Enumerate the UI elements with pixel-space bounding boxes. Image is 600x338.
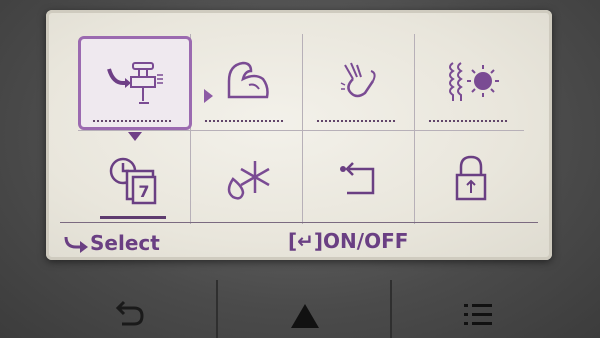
menu-list-icon (464, 304, 492, 325)
calendar-underline (100, 216, 166, 219)
menu-grid: 7 (78, 34, 524, 224)
return-menu-item[interactable] (304, 132, 414, 226)
calendar-day-text: 7 (138, 182, 149, 201)
weekly-calendar-menu-item[interactable]: 7 (80, 132, 190, 226)
select-arrow-icon (64, 236, 88, 253)
snowflake-drop-menu-item[interactable] (192, 132, 302, 226)
up-triangle-icon (291, 304, 319, 328)
hardware-button-row (0, 270, 600, 338)
hot-water-icon (107, 62, 163, 104)
menu-button[interactable] (448, 294, 508, 334)
back-button[interactable] (100, 294, 160, 334)
select-label: Select (90, 231, 160, 255)
hand-wash-icon (340, 62, 376, 98)
hot-water-menu-item[interactable] (80, 36, 190, 130)
onoff-label: ON/OFF (323, 229, 409, 253)
snowflake-drop-icon (227, 161, 270, 200)
return-arrow-icon (340, 162, 375, 195)
up-button[interactable] (275, 294, 335, 334)
lcd-screen: 7 Select [↵]ON/OFF (46, 10, 552, 260)
back-icon (115, 300, 144, 326)
heater-sun-menu-item[interactable] (416, 36, 526, 130)
status-bar: Select [↵]ON/OFF (60, 222, 538, 255)
heater-sun-icon (449, 62, 499, 101)
hand-wash-menu-item[interactable] (304, 36, 414, 130)
enter-key-glyph: [↵] (288, 229, 324, 253)
onoff-label-group: [↵]ON/OFF (288, 229, 408, 253)
muscle-menu-item[interactable] (192, 36, 302, 130)
weekly-calendar-icon: 7 (109, 157, 157, 205)
lock-icon (455, 155, 487, 201)
lock-menu-item[interactable] (416, 132, 526, 226)
muscle-icon (227, 61, 269, 99)
